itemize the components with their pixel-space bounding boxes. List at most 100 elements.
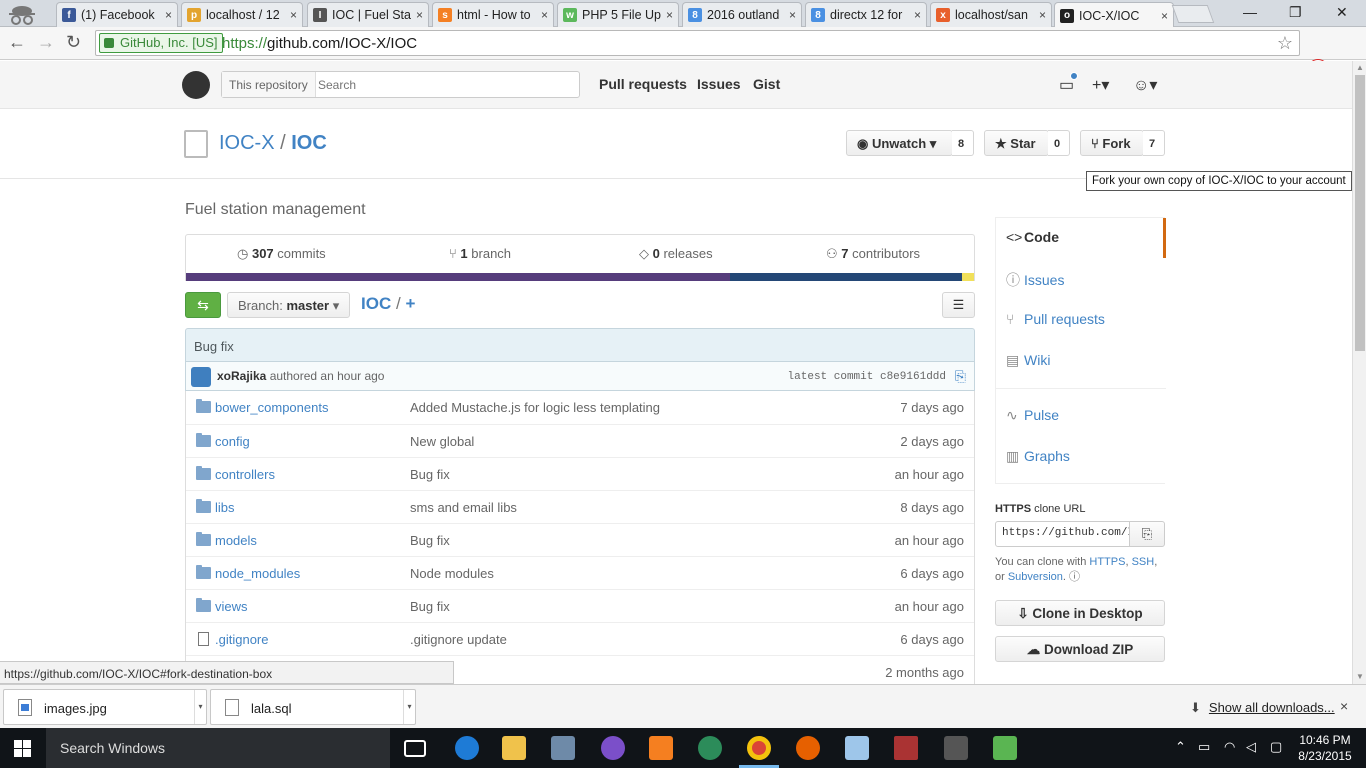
battery-icon[interactable]: ▭: [1198, 739, 1210, 755]
file-name-link[interactable]: .gitignore: [215, 632, 268, 647]
browser-tab[interactable]: x localhost/san ×: [930, 2, 1052, 27]
search-input[interactable]: [318, 75, 573, 95]
sidebar-item-issues[interactable]: ⓘ Issues: [996, 259, 1166, 299]
app-icon[interactable]: [993, 736, 1017, 760]
app-icon[interactable]: [698, 736, 722, 760]
fork-button[interactable]: ⑂ Fork: [1080, 130, 1144, 156]
language-segment[interactable]: [962, 273, 974, 281]
clone-https-link[interactable]: HTTPS: [1089, 556, 1125, 568]
star-count[interactable]: 0: [1048, 130, 1070, 156]
file-commit-message[interactable]: New global: [410, 434, 474, 449]
language-segment[interactable]: [186, 273, 730, 281]
fork-count[interactable]: 7: [1143, 130, 1165, 156]
file-commit-message[interactable]: Bug fix: [410, 533, 450, 548]
download-item[interactable]: lala.sql ▾: [210, 689, 416, 725]
close-tab-icon[interactable]: ×: [165, 8, 172, 22]
unwatch-button[interactable]: ◉ Unwatch ▾: [846, 130, 953, 156]
close-tab-icon[interactable]: ×: [914, 8, 921, 22]
download-item[interactable]: images.jpg ▾: [3, 689, 207, 725]
close-tab-icon[interactable]: ×: [789, 8, 796, 22]
app-icon[interactable]: [601, 736, 625, 760]
app-icon[interactable]: [551, 736, 575, 760]
file-commit-message[interactable]: Bug fix: [410, 467, 450, 482]
scroll-down-icon[interactable]: ▼: [1356, 672, 1364, 681]
edge-icon[interactable]: [455, 736, 479, 760]
author-avatar[interactable]: [191, 367, 211, 387]
watch-count[interactable]: 8: [952, 130, 974, 156]
new-file-button[interactable]: +: [405, 294, 415, 313]
chrome-icon[interactable]: [747, 736, 771, 760]
file-commit-message[interactable]: Bug fix: [410, 599, 450, 614]
forward-button[interactable]: →: [37, 32, 55, 53]
sidebar-item-code[interactable]: <> Code: [996, 218, 1166, 258]
task-view-icon[interactable]: [404, 740, 426, 757]
file-name-link[interactable]: bower_components: [215, 400, 328, 415]
browser-tab[interactable]: I IOC | Fuel Sta ×: [307, 2, 429, 27]
commit-sha-link[interactable]: c8e9161ddd: [880, 371, 946, 383]
volume-icon[interactable]: ◁: [1246, 739, 1256, 755]
file-explorer-icon[interactable]: [502, 736, 526, 760]
app-icon[interactable]: [894, 736, 918, 760]
file-name-link[interactable]: views: [215, 599, 248, 614]
contributors-link[interactable]: ⚇ 7 contributors: [826, 246, 920, 262]
sidebar-item-pulse[interactable]: ∿ Pulse: [996, 396, 1166, 436]
list-view-button[interactable]: ☰: [942, 292, 975, 318]
nav-pull-requests[interactable]: Pull requests: [599, 76, 687, 92]
github-logo-icon[interactable]: [182, 71, 210, 99]
taskbar-search[interactable]: Search Windows: [46, 728, 390, 768]
settings-icon[interactable]: [944, 736, 968, 760]
close-window-button[interactable]: ✕: [1336, 4, 1348, 21]
breadcrumb-root[interactable]: IOC: [361, 294, 391, 313]
help-icon[interactable]: ⓘ: [1069, 571, 1080, 583]
windows-start-icon[interactable]: [14, 740, 31, 757]
sidebar-item-pull-requests[interactable]: ⑂ Pull requests: [996, 300, 1166, 340]
branches-link[interactable]: ⑂ 1 branch: [449, 246, 511, 261]
action-center-icon[interactable]: ▢: [1270, 739, 1282, 755]
system-clock[interactable]: 10:46 PM 8/23/2015: [1290, 732, 1360, 764]
site-search[interactable]: This repository: [221, 71, 580, 98]
user-menu-button[interactable]: ☺▾: [1133, 75, 1157, 95]
new-tab-button[interactable]: [1171, 5, 1215, 23]
language-segment[interactable]: [729, 273, 963, 281]
wifi-icon[interactable]: ◠: [1224, 739, 1235, 755]
browser-tab[interactable]: s html - How to ×: [432, 2, 554, 27]
maximize-button[interactable]: ❐: [1289, 4, 1302, 21]
ev-certificate-badge[interactable]: GitHub, Inc. [US]: [99, 33, 223, 53]
close-tab-icon[interactable]: ×: [416, 8, 423, 22]
nav-gist[interactable]: Gist: [753, 76, 780, 92]
address-bar[interactable]: GitHub, Inc. [US] https://github.com/IOC…: [95, 30, 1300, 56]
clone-desktop-button[interactable]: ⇩ Clone in Desktop: [995, 600, 1165, 626]
browser-tab[interactable]: w PHP 5 File Up ×: [557, 2, 679, 27]
download-options-icon[interactable]: ▾: [403, 690, 415, 724]
clone-ssh-link[interactable]: SSH: [1132, 556, 1155, 568]
language-bar[interactable]: [186, 273, 974, 281]
scrollbar-thumb[interactable]: [1355, 75, 1365, 351]
close-tab-icon[interactable]: ×: [290, 8, 297, 22]
clone-subversion-link[interactable]: Subversion: [1008, 571, 1063, 583]
commits-link[interactable]: ◷ 307 commits: [237, 246, 326, 262]
close-tab-icon[interactable]: ×: [541, 8, 548, 22]
xampp-icon[interactable]: [649, 736, 673, 760]
back-button[interactable]: ←: [8, 32, 26, 53]
close-tab-icon[interactable]: ×: [1039, 8, 1046, 22]
clone-protocol[interactable]: HTTPS: [995, 503, 1031, 515]
copy-clone-url-button[interactable]: ⎘: [1129, 521, 1165, 547]
sidebar-item-wiki[interactable]: ▤ Wiki: [996, 341, 1166, 381]
file-commit-message[interactable]: .gitignore update: [410, 632, 507, 647]
browser-tab[interactable]: o IOC-X/IOC ×: [1054, 2, 1174, 28]
close-tab-icon[interactable]: ×: [1161, 9, 1168, 23]
branch-select[interactable]: Branch: master ▾: [227, 292, 351, 318]
app-icon[interactable]: [845, 736, 869, 760]
create-new-button[interactable]: +▾: [1092, 75, 1109, 95]
page-scrollbar[interactable]: ▲ ▼: [1352, 61, 1366, 684]
file-name-link[interactable]: libs: [215, 500, 235, 515]
browser-tab[interactable]: 8 2016 outland ×: [682, 2, 802, 27]
firefox-icon[interactable]: [796, 736, 820, 760]
compare-button[interactable]: ⇆: [185, 292, 221, 318]
repo-owner-link[interactable]: IOC-X: [219, 132, 275, 154]
download-zip-button[interactable]: ☁ Download ZIP: [995, 636, 1165, 662]
file-commit-message[interactable]: sms and email libs: [410, 500, 517, 515]
clipboard-icon[interactable]: ⎘: [955, 368, 966, 385]
file-commit-message[interactable]: Node modules: [410, 566, 494, 581]
file-name-link[interactable]: models: [215, 533, 257, 548]
